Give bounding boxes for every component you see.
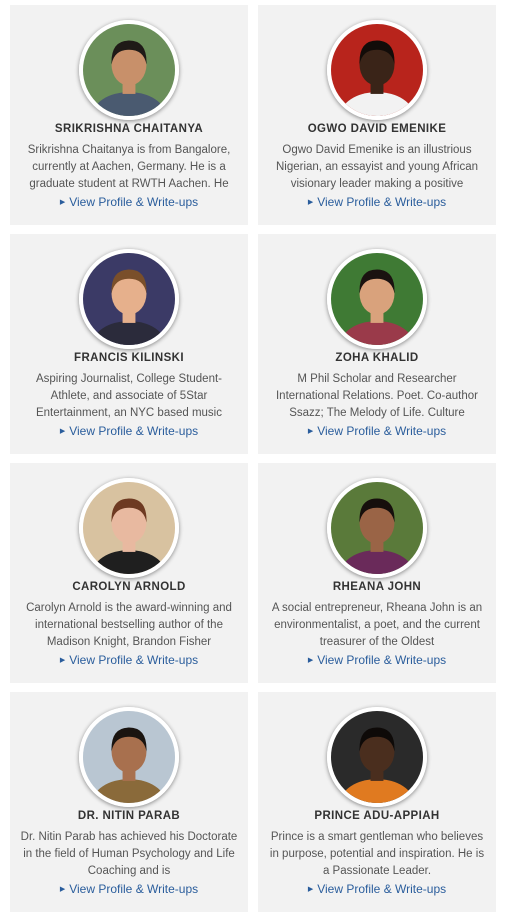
portrait-image (83, 24, 175, 116)
view-profile-label: View Profile & Write-ups (69, 195, 199, 209)
view-profile-label: View Profile & Write-ups (317, 653, 447, 667)
view-profile-link[interactable]: ▶ View Profile & Write-ups (10, 653, 248, 667)
profile-photo[interactable] (79, 20, 179, 120)
view-profile-link[interactable]: ▶ View Profile & Write-ups (258, 424, 496, 438)
profile-bio: A social entrepreneur, Rheana John is an… (271, 602, 483, 648)
profile-name: ZOHA KHALID (335, 352, 419, 364)
portrait-image (83, 253, 175, 345)
profile-bio: Dr. Nitin Parab has achieved his Doctora… (20, 831, 238, 877)
view-profile-link[interactable]: ▶ View Profile & Write-ups (258, 195, 496, 209)
profile-card: CAROLYN ARNOLD Carolyn Arnold is the awa… (10, 463, 248, 683)
profile-card: FRANCIS KILINSKI Aspiring Journalist, Co… (10, 234, 248, 454)
caret-right-icon: ▶ (307, 656, 314, 664)
view-profile-label: View Profile & Write-ups (69, 424, 199, 438)
view-profile-link[interactable]: ▶ View Profile & Write-ups (258, 653, 496, 667)
caret-right-icon: ▶ (59, 885, 66, 893)
profile-name: DR. NITIN PARAB (77, 810, 181, 822)
portrait-image (83, 711, 175, 803)
profile-photo[interactable] (79, 707, 179, 807)
profile-card: DR. NITIN PARAB Dr. Nitin Parab has achi… (10, 692, 248, 912)
portrait-image (331, 253, 423, 345)
portrait-image (331, 711, 423, 803)
view-profile-link[interactable]: ▶ View Profile & Write-ups (10, 424, 248, 438)
profile-bio: Carolyn Arnold is the award-winning and … (26, 602, 232, 648)
caret-right-icon: ▶ (307, 885, 314, 893)
profile-card: SRIKRISHNA CHAITANYA Srikrishna Chaitany… (10, 5, 248, 225)
portrait-image (331, 24, 423, 116)
view-profile-link[interactable]: ▶ View Profile & Write-ups (10, 195, 248, 209)
view-profile-link[interactable]: ▶ View Profile & Write-ups (258, 882, 496, 896)
profile-photo[interactable] (327, 707, 427, 807)
profile-bio: Srikrishna Chaitanya is from Bangalore, … (27, 144, 231, 190)
profile-name: SRIKRISHNA CHAITANYA (54, 123, 204, 135)
profile-photo[interactable] (327, 478, 427, 578)
view-profile-label: View Profile & Write-ups (69, 653, 199, 667)
caret-right-icon: ▶ (59, 427, 66, 435)
profile-name: PRINCE ADU-APPIAH (314, 810, 440, 822)
view-profile-label: View Profile & Write-ups (317, 882, 447, 896)
view-profile-label: View Profile & Write-ups (69, 882, 199, 896)
profile-name: FRANCIS KILINSKI (74, 352, 184, 364)
profile-name: OGWO DAVID EMENIKE (307, 123, 447, 135)
profile-grid: SRIKRISHNA CHAITANYA Srikrishna Chaitany… (0, 0, 506, 912)
profile-bio: Ogwo David Emenike is an illustrious Nig… (275, 144, 478, 190)
profile-bio: M Phil Scholar and Researcher Internatio… (275, 373, 478, 419)
view-profile-label: View Profile & Write-ups (317, 195, 447, 209)
view-profile-link[interactable]: ▶ View Profile & Write-ups (10, 882, 248, 896)
profile-photo[interactable] (79, 478, 179, 578)
profile-card: PRINCE ADU-APPIAH Prince is a smart gent… (258, 692, 496, 912)
profile-photo[interactable] (79, 249, 179, 349)
portrait-image (331, 482, 423, 574)
profile-name: CAROLYN ARNOLD (72, 581, 186, 593)
profile-card: ZOHA KHALID M Phil Scholar and Researche… (258, 234, 496, 454)
caret-right-icon: ▶ (307, 198, 314, 206)
profile-card: OGWO DAVID EMENIKE Ogwo David Emenike is… (258, 5, 496, 225)
profile-bio: Prince is a smart gentleman who believes… (269, 831, 485, 877)
profile-name: RHEANA JOHN (332, 581, 422, 593)
profile-photo[interactable] (327, 20, 427, 120)
profile-photo[interactable] (327, 249, 427, 349)
profile-card: RHEANA JOHN A social entrepreneur, Rhean… (258, 463, 496, 683)
caret-right-icon: ▶ (307, 427, 314, 435)
view-profile-label: View Profile & Write-ups (317, 424, 447, 438)
caret-right-icon: ▶ (59, 198, 66, 206)
portrait-image (83, 482, 175, 574)
caret-right-icon: ▶ (59, 656, 66, 664)
profile-bio: Aspiring Journalist, College Student-Ath… (35, 373, 223, 419)
